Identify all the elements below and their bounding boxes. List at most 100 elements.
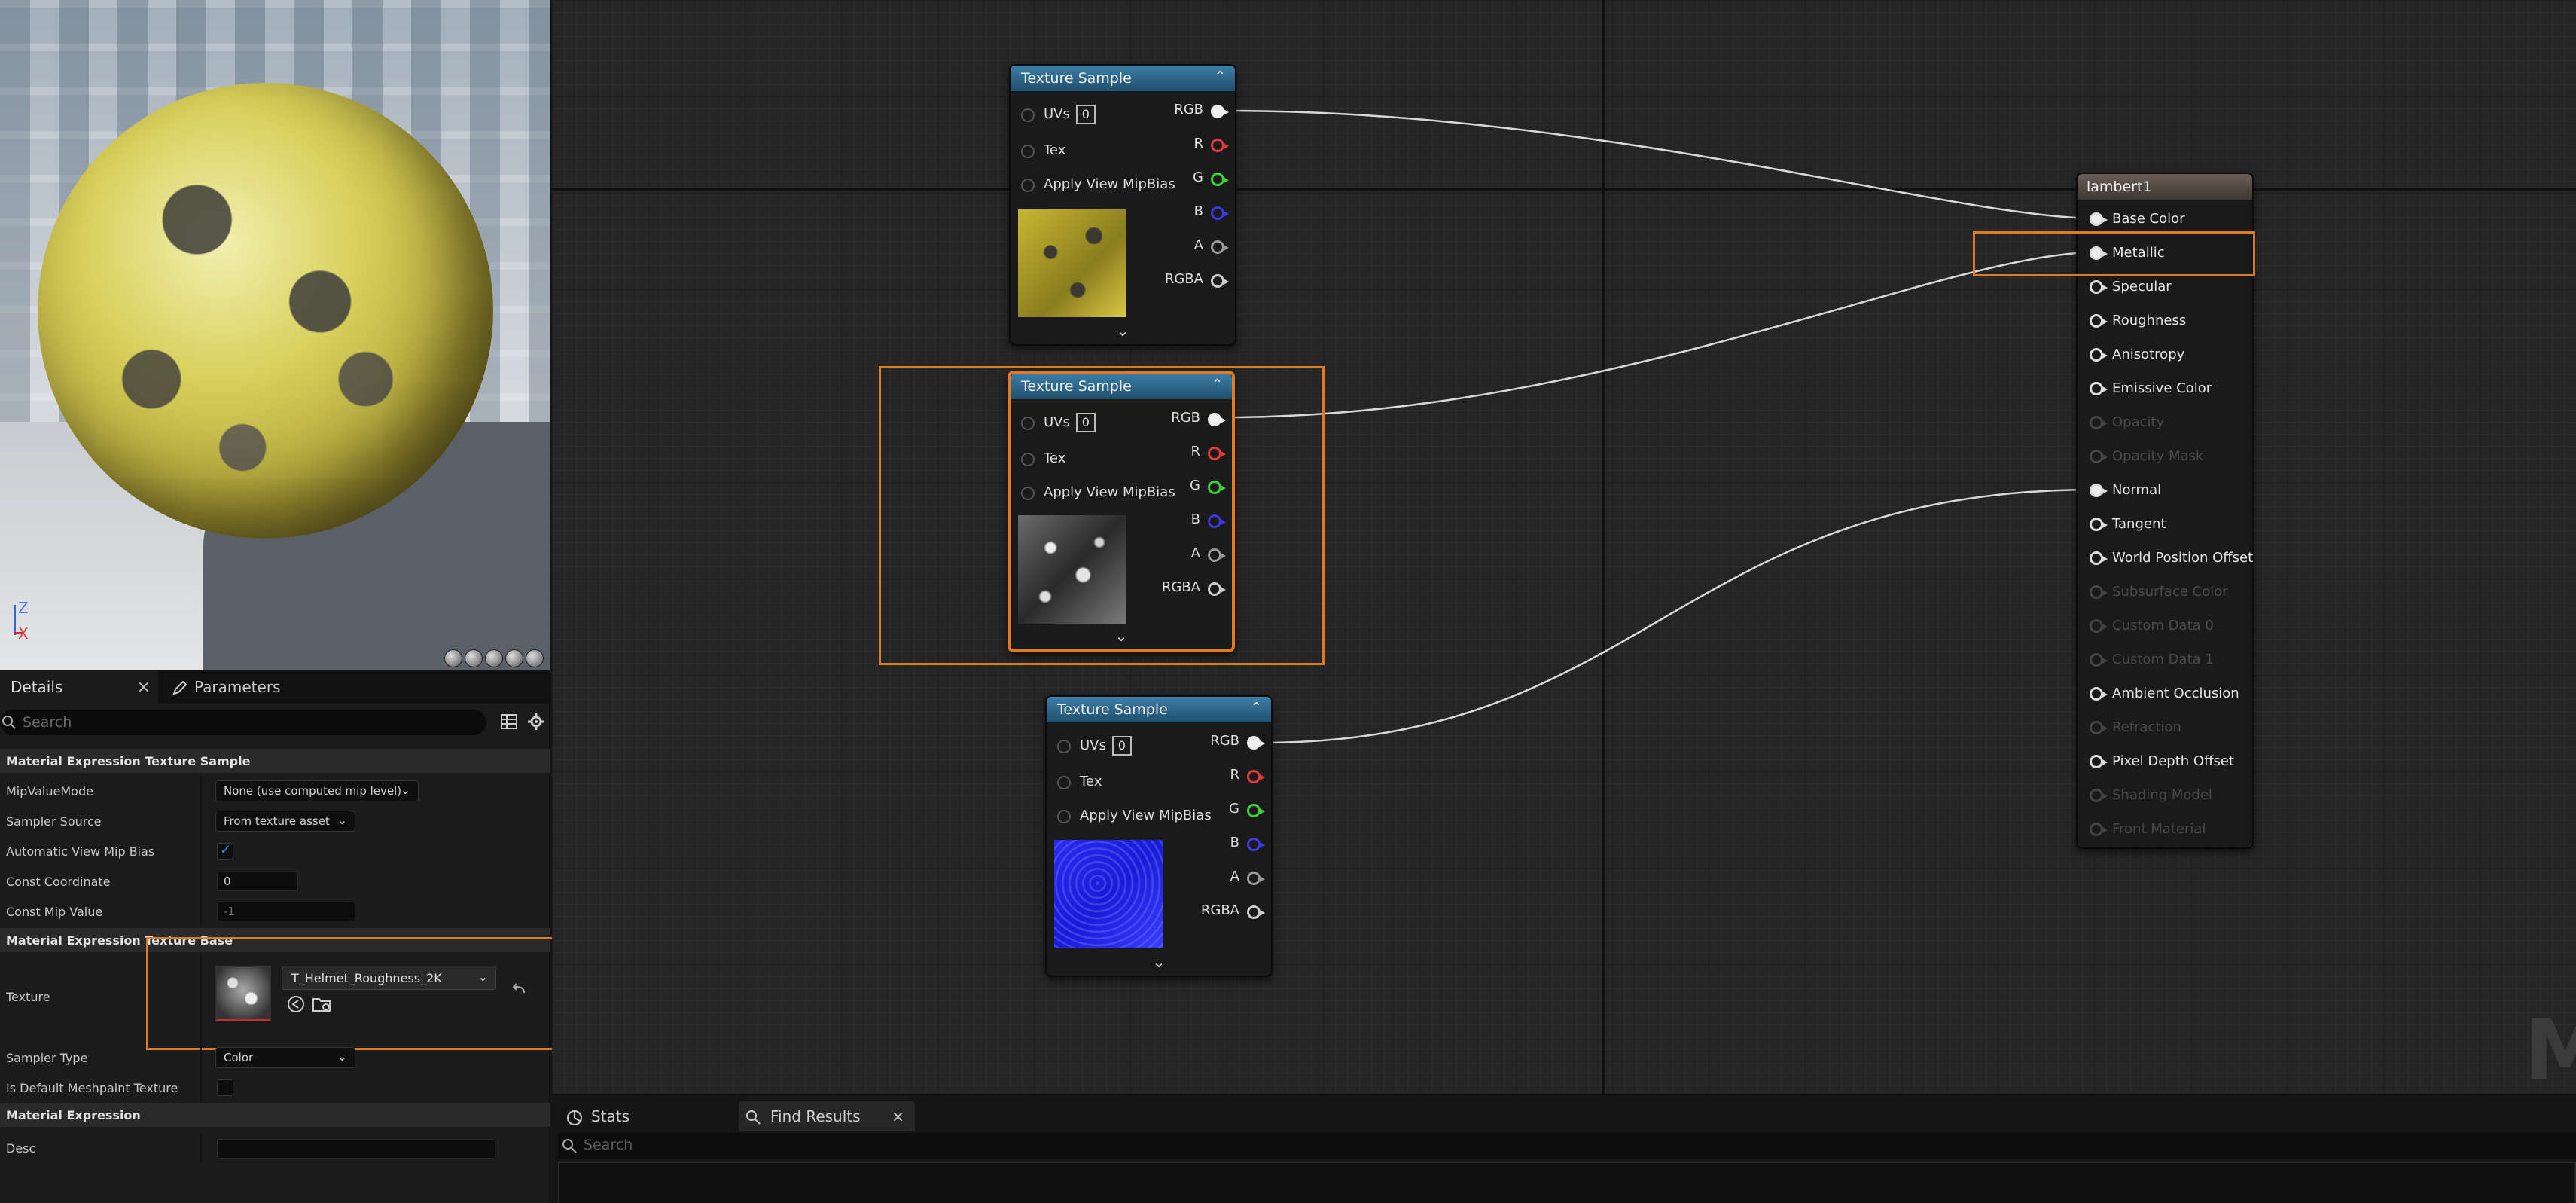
output-rgba-pin[interactable] xyxy=(1247,905,1265,919)
output-rgba-pin[interactable] xyxy=(1211,274,1229,288)
details-search-input[interactable]: Search xyxy=(0,710,486,735)
tex-input-pin[interactable] xyxy=(1021,145,1035,158)
tab-find-results[interactable]: Find Results × xyxy=(739,1101,915,1131)
output-rgb-pin[interactable] xyxy=(1211,105,1229,118)
input-world-position-offset[interactable]: World Position Offset xyxy=(2078,543,2253,573)
output-rgba-label: RGBA xyxy=(1164,271,1203,287)
output-rgba-label: RGBA xyxy=(1200,902,1239,918)
input-emissive-color[interactable]: Emissive Color xyxy=(2078,374,2252,404)
input-opacity: Opacity xyxy=(2078,408,2252,438)
texture-preview-normal xyxy=(1054,840,1163,948)
prop-label: Sampler Source xyxy=(6,814,102,829)
output-rgb-label: RGB xyxy=(1210,733,1239,749)
const-mip-value-input[interactable]: -1 xyxy=(217,902,355,921)
sampler-type-dropdown[interactable]: Color ⌄ xyxy=(215,1047,355,1068)
preview-mesh-custom-icon[interactable] xyxy=(526,649,544,667)
input-ambient-occlusion[interactable]: Ambient Occlusion xyxy=(2078,679,2252,709)
output-r-pin[interactable] xyxy=(1247,770,1265,783)
tab-details[interactable]: Details × xyxy=(0,670,158,704)
output-rgb-pin[interactable] xyxy=(1247,736,1265,750)
preview-mesh-cube-icon[interactable] xyxy=(505,649,523,667)
preview-mesh-selector xyxy=(444,649,544,667)
output-g-pin[interactable] xyxy=(1211,173,1229,186)
node-highlight-box xyxy=(879,366,1325,665)
find-results-list[interactable] xyxy=(558,1162,2576,1203)
desc-input[interactable] xyxy=(217,1139,495,1159)
tex-label: Tex xyxy=(1080,774,1102,789)
output-g-pin[interactable] xyxy=(1247,804,1265,817)
node-header[interactable]: Texture Sample ⌃ xyxy=(1047,697,1271,722)
input-base-color[interactable]: Base Color xyxy=(2078,204,2252,234)
chevron-down-icon[interactable]: ⌄ xyxy=(1011,322,1235,340)
const-coordinate-input[interactable]: 0 xyxy=(217,872,298,891)
section-texture-sample[interactable]: Material Expression Texture Sample xyxy=(0,749,550,773)
search-icon xyxy=(746,1110,761,1125)
output-r-pin[interactable] xyxy=(1211,139,1229,152)
output-b-label: B xyxy=(1193,203,1203,219)
input-opacity-mask: Opacity Mask xyxy=(2078,441,2252,472)
input-normal[interactable]: Normal xyxy=(2078,475,2252,505)
mip-value-mode-dropdown[interactable]: None (use computed mip level) ⌄ xyxy=(215,780,419,801)
chevron-down-icon: ⌄ xyxy=(400,783,410,797)
preview-mesh-cylinder-icon[interactable] xyxy=(444,649,462,667)
prop-label: Automatic View Mip Bias xyxy=(6,844,155,859)
axis-x-label: X xyxy=(18,624,29,643)
close-icon[interactable]: × xyxy=(137,678,151,697)
prop-sampler-source: Sampler Source From texture asset ⌄ xyxy=(0,806,550,836)
prop-label: Texture xyxy=(6,990,50,1004)
tex-input-pin[interactable] xyxy=(1057,776,1071,789)
tab-parameters[interactable]: Parameters xyxy=(167,670,318,704)
preview-mesh-sphere-icon[interactable] xyxy=(465,649,483,667)
mip-bias-input-pin[interactable] xyxy=(1057,810,1071,823)
output-a-pin[interactable] xyxy=(1211,240,1229,254)
uvs-input-pin[interactable] xyxy=(1057,740,1071,753)
sampler-source-dropdown[interactable]: From texture asset ⌄ xyxy=(215,811,355,832)
uv-index-input[interactable]: 0 xyxy=(1111,736,1132,756)
input-tangent[interactable]: Tangent xyxy=(2078,509,2252,539)
material-preview-viewport[interactable]: Z X xyxy=(0,0,550,670)
default-meshpaint-checkbox[interactable] xyxy=(217,1079,233,1096)
texture-sample-node-1[interactable]: Texture Sample ⌃ UVs 0 Tex Apply View Mip… xyxy=(1009,64,1236,346)
input-anisotropy[interactable]: Anisotropy xyxy=(2078,340,2252,370)
result-node-header[interactable]: lambert1 xyxy=(2078,174,2252,200)
prop-label: Sampler Type xyxy=(6,1051,88,1065)
collapse-icon[interactable]: ⌃ xyxy=(1215,69,1226,84)
output-b-label: B xyxy=(1230,835,1239,850)
output-b-pin[interactable] xyxy=(1247,838,1265,851)
input-pixel-depth-offset[interactable]: Pixel Depth Offset xyxy=(2078,747,2252,777)
node-title: Texture Sample xyxy=(1021,70,1132,87)
tab-parameters-label: Parameters xyxy=(194,678,281,696)
gear-icon[interactable] xyxy=(527,713,545,731)
collapse-icon[interactable]: ⌃ xyxy=(1251,700,1262,716)
find-results-search-input[interactable]: Search xyxy=(558,1133,2576,1159)
input-roughness[interactable]: Roughness xyxy=(2078,306,2252,336)
chevron-down-icon[interactable]: ⌄ xyxy=(1047,953,1271,971)
texture-preview-yellow xyxy=(1018,209,1126,317)
close-icon[interactable]: × xyxy=(892,1107,904,1125)
node-header[interactable]: Texture Sample ⌃ xyxy=(1011,66,1235,91)
output-r-label: R xyxy=(1230,767,1239,783)
tex-label: Tex xyxy=(1044,142,1066,158)
section-material-expression[interactable]: Material Expression xyxy=(0,1103,550,1127)
auto-view-mip-bias-checkbox[interactable] xyxy=(217,842,233,860)
tab-find-results-label: Find Results xyxy=(770,1107,861,1125)
uv-index-input[interactable]: 0 xyxy=(1075,105,1096,124)
output-a-pin[interactable] xyxy=(1247,872,1265,885)
find-results-search-placeholder: Search xyxy=(584,1137,633,1153)
output-g-label: G xyxy=(1193,169,1203,185)
uvs-input-pin[interactable] xyxy=(1021,108,1035,122)
mip-bias-input-pin[interactable] xyxy=(1021,179,1035,192)
output-a-label: A xyxy=(1230,869,1239,884)
tab-stats[interactable]: Stats xyxy=(559,1101,733,1131)
output-b-pin[interactable] xyxy=(1211,206,1229,220)
input-specular[interactable]: Specular xyxy=(2078,272,2252,302)
table-view-icon[interactable] xyxy=(500,713,518,731)
input-refraction: Refraction xyxy=(2078,713,2252,743)
wire-metallic xyxy=(1225,251,2096,419)
texture-sample-node-3[interactable]: Texture Sample ⌃ UVs 0 Tex Apply View Mip… xyxy=(1045,695,1273,977)
preview-mesh-plane-icon[interactable] xyxy=(485,649,503,667)
input-custom-data-0: Custom Data 0 xyxy=(2078,611,2252,641)
prop-const-mip-value: Const Mip Value -1 xyxy=(0,896,550,927)
input-subsurface-color: Subsurface Color xyxy=(2078,577,2252,607)
search-icon xyxy=(2,716,16,729)
